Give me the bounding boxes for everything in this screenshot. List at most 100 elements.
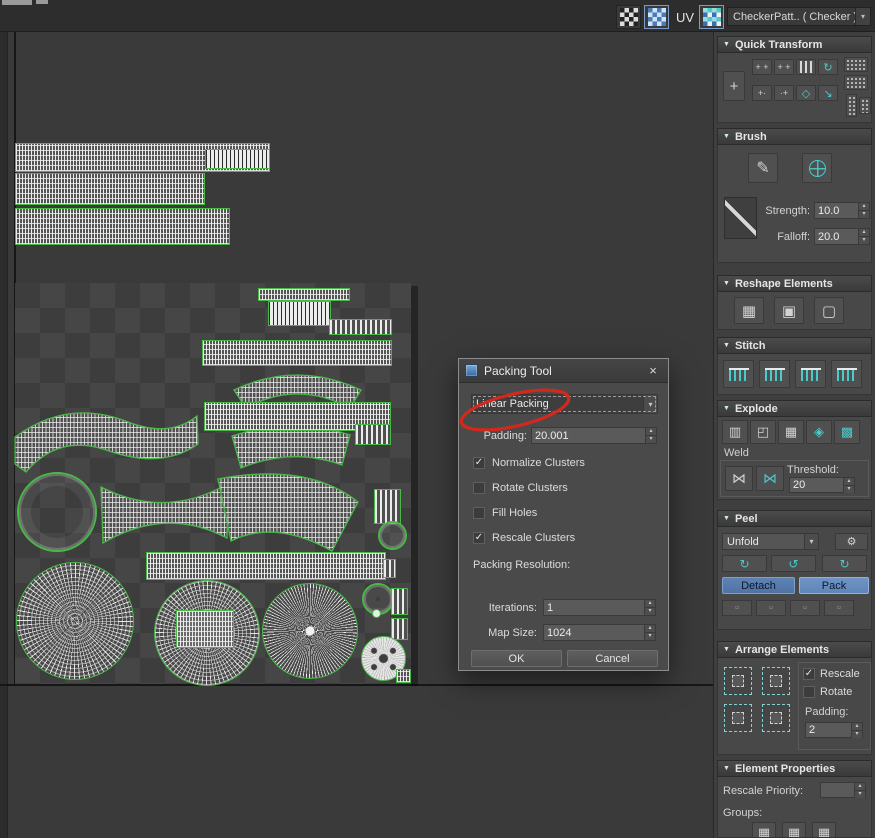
checkbox-normalize-clusters[interactable]: Normalize Clusters: [473, 457, 585, 469]
transform-gizmo-icon[interactable]: +: [723, 71, 745, 101]
padding-field[interactable]: 2 ▴ ▾: [805, 722, 863, 738]
spinner[interactable]: ▴ ▾: [858, 203, 869, 218]
falloff-field[interactable]: 20.0 ▴ ▾: [814, 228, 870, 245]
spinner[interactable]: ▴ ▾: [854, 783, 865, 798]
uv-shell[interactable]: [258, 288, 350, 301]
uv-shell[interactable]: [146, 552, 386, 580]
spinner[interactable]: ▴ ▾: [843, 478, 854, 493]
weld-selected-icon[interactable]: ⋈: [725, 466, 753, 491]
checker-pattern-button[interactable]: [616, 5, 641, 29]
uv-shell[interactable]: [262, 583, 358, 679]
uv-shell[interactable]: [391, 618, 408, 640]
rollout-header-stitch[interactable]: ▼ Stitch: [717, 337, 872, 354]
rollout-header-explode[interactable]: ▼ Explode: [717, 400, 872, 417]
uv-shell[interactable]: [268, 301, 331, 326]
checkbox[interactable]: [473, 457, 485, 469]
spinner[interactable]: ▴ ▾: [644, 600, 655, 615]
distribute-column-icon[interactable]: [846, 94, 857, 117]
map-size-field[interactable]: 1024 ▴ ▾: [543, 624, 656, 641]
uv-shell[interactable]: [217, 473, 359, 552]
ok-button[interactable]: OK: [471, 650, 562, 667]
peel-settings-button[interactable]: ⚙: [835, 533, 868, 550]
stitch-average-icon[interactable]: [795, 360, 826, 388]
flatten-grid-icon[interactable]: ▦: [778, 420, 804, 444]
rollout-header-brush[interactable]: ▼ Brush: [717, 128, 872, 145]
break-copy-icon[interactable]: ◰: [750, 420, 776, 444]
checkbox[interactable]: [473, 507, 485, 519]
space-vertical-icon[interactable]: ·+: [774, 85, 794, 101]
packing-method-dropdown[interactable]: Linear Packing ▾: [471, 394, 658, 414]
uv-shell[interactable]: [396, 669, 411, 683]
uv-shell[interactable]: [231, 425, 351, 469]
spinner[interactable]: ▴ ▾: [851, 723, 862, 738]
distribute-grid-icon[interactable]: [844, 75, 868, 90]
align-diagonal-icon[interactable]: ↘: [818, 85, 838, 101]
stitch-target-icon[interactable]: [831, 360, 862, 388]
uv-space-button[interactable]: UV: [672, 5, 698, 29]
edge-cut-icon[interactable]: ▫: [790, 600, 820, 616]
pack-region-icon[interactable]: [724, 704, 752, 732]
uv-shell[interactable]: [329, 319, 392, 335]
rotate-checkbox-row[interactable]: Rotate: [803, 686, 852, 698]
break-by-face-icon[interactable]: ▥: [722, 420, 748, 444]
pin-icon[interactable]: ▫: [722, 600, 752, 616]
threshold-field[interactable]: 20 ▴ ▾: [789, 477, 855, 493]
stitch-custom-icon[interactable]: [723, 360, 754, 388]
rollout-header-reshape[interactable]: ▼ Reshape Elements: [717, 275, 872, 292]
uv-shell[interactable]: [383, 559, 396, 578]
straighten-grid-icon[interactable]: ▦: [734, 297, 764, 324]
linear-align-icon[interactable]: [796, 59, 816, 75]
quick-peel-icon[interactable]: ↻: [722, 555, 767, 572]
unpin-icon[interactable]: ▫: [756, 600, 786, 616]
relax-brush-icon[interactable]: [802, 153, 832, 183]
checker-map-toggle-button[interactable]: [644, 5, 669, 29]
uv-shell[interactable]: [374, 489, 401, 524]
checkbox[interactable]: [473, 482, 485, 494]
peel-mode-icon[interactable]: ↺: [771, 555, 816, 572]
checker-color-button[interactable]: [699, 5, 724, 29]
rollout-header-arrange[interactable]: ▼ Arrange Elements: [717, 641, 872, 658]
uv-shell[interactable]: [378, 521, 407, 550]
strength-field[interactable]: 10.0 ▴ ▾: [814, 202, 870, 219]
close-icon[interactable]: ×: [644, 362, 662, 380]
uv-shell[interactable]: [202, 340, 392, 366]
uv-shell[interactable]: [391, 588, 408, 615]
material-dropdown[interactable]: CheckerPatt.. ( Checker ) ▾: [727, 7, 871, 26]
uv-shell[interactable]: [16, 562, 134, 680]
iterations-field[interactable]: 1 ▴ ▾: [543, 599, 656, 616]
rollout-header-peel[interactable]: ▼ Peel: [717, 510, 872, 527]
pack-full-icon[interactable]: [762, 704, 790, 732]
pack-button[interactable]: Pack: [799, 577, 869, 594]
spinner[interactable]: ▴ ▾: [644, 625, 655, 640]
cancel-button[interactable]: Cancel: [567, 650, 658, 667]
explode-material-icon[interactable]: ▩: [834, 420, 860, 444]
rollout-header-quick-transform[interactable]: ▼ Quick Transform: [717, 36, 872, 53]
uv-shell[interactable]: [176, 610, 234, 648]
relax-cube-icon[interactable]: ▣: [774, 297, 804, 324]
spinner[interactable]: ▴ ▾: [645, 428, 656, 443]
checkbox-fill-holes[interactable]: Fill Holes: [473, 507, 537, 519]
align-vertical-icon[interactable]: + +: [774, 59, 794, 75]
rescale-priority-field[interactable]: ▴ ▾: [820, 782, 866, 798]
distribute-grid-icon[interactable]: [844, 57, 868, 72]
pack-together-icon[interactable]: [762, 667, 790, 695]
uv-shell[interactable]: [17, 472, 97, 552]
pack-normalize-icon[interactable]: [724, 667, 752, 695]
uv-shell[interactable]: [355, 424, 391, 445]
group-icon[interactable]: ▦: [752, 822, 776, 837]
weld-all-icon[interactable]: ⋈: [756, 466, 784, 491]
stitch-source-icon[interactable]: [759, 360, 790, 388]
distribute-cell-icon[interactable]: [859, 97, 871, 114]
uv-shell[interactable]: [14, 412, 199, 473]
peel-mode-dropdown[interactable]: Unfold ▾: [722, 533, 819, 550]
dialog-padding-field[interactable]: 20.001 ▴ ▾: [531, 427, 657, 444]
checkbox-rescale-clusters[interactable]: Rescale Clusters: [473, 532, 575, 544]
checkbox[interactable]: [473, 532, 485, 544]
rollout-header-element-properties[interactable]: ▼ Element Properties: [717, 760, 872, 777]
group-icon[interactable]: ▦: [782, 822, 806, 837]
checkbox-rotate-clusters[interactable]: Rotate Clusters: [473, 482, 568, 494]
space-horizontal-icon[interactable]: +·: [752, 85, 772, 101]
explode-smoothing-icon[interactable]: ◈: [806, 420, 832, 444]
rotate-cw-icon[interactable]: ↻: [818, 59, 838, 75]
detach-button[interactable]: Detach: [722, 577, 795, 594]
